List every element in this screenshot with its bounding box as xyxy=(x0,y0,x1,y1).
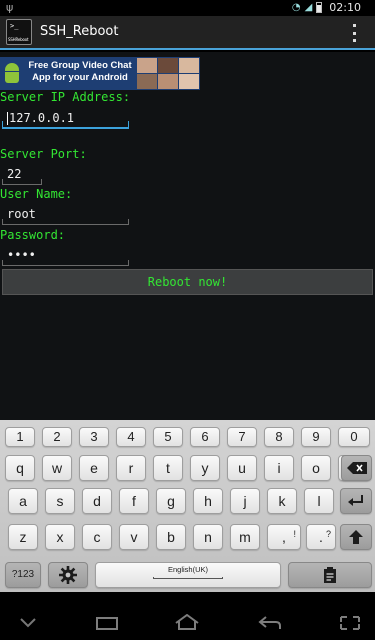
comma-key[interactable]: !, xyxy=(267,524,301,550)
hide-keyboard-icon[interactable] xyxy=(20,618,36,628)
android-icon xyxy=(2,60,22,86)
space-bar-indicator xyxy=(153,577,223,579)
app-title: SSH_Reboot xyxy=(40,24,119,39)
settings-key[interactable] xyxy=(48,562,88,588)
key-0[interactable]: 0 xyxy=(338,427,370,447)
key-9[interactable]: 9 xyxy=(301,427,331,447)
backspace-icon xyxy=(346,462,367,474)
app-icon[interactable]: >_ SSHReboot xyxy=(6,19,32,45)
key-6[interactable]: 6 xyxy=(190,427,220,447)
key-d[interactable]: d xyxy=(82,488,112,514)
app-icon-text: SSHReboot xyxy=(8,37,29,42)
key-v[interactable]: v xyxy=(119,524,149,550)
key-s[interactable]: s xyxy=(45,488,75,514)
ad-photos xyxy=(137,58,199,89)
user-name-label: User Name: xyxy=(0,187,73,201)
status-time: 02:10 xyxy=(329,1,361,14)
home-icon[interactable] xyxy=(174,614,200,630)
key-g[interactable]: g xyxy=(156,488,186,514)
enter-key[interactable] xyxy=(340,488,372,514)
clipboard-key[interactable] xyxy=(288,562,372,588)
server-port-label: Server Port: xyxy=(0,147,87,161)
action-bar: >_ SSHReboot SSH_Reboot xyxy=(0,16,375,50)
usb-icon: ψ xyxy=(6,1,14,14)
recent-apps-icon[interactable] xyxy=(95,616,119,630)
key-5[interactable]: 5 xyxy=(153,427,183,447)
key-f[interactable]: f xyxy=(119,488,149,514)
enter-icon xyxy=(348,495,363,506)
server-port-value: 22 xyxy=(7,167,22,181)
user-name-input[interactable]: root xyxy=(2,203,129,225)
key-e[interactable]: e xyxy=(79,455,109,481)
key-y[interactable]: y xyxy=(190,455,220,481)
main-content: Free Group Video Chat App for your Andro… xyxy=(0,52,375,420)
key-n[interactable]: n xyxy=(193,524,223,550)
shift-icon xyxy=(349,530,363,544)
key-o[interactable]: o xyxy=(301,455,331,481)
space-language-label: English(UK) xyxy=(167,565,208,574)
comma-sub-label: ! xyxy=(293,529,296,539)
key-3[interactable]: 3 xyxy=(79,427,109,447)
key-a[interactable]: a xyxy=(8,488,38,514)
server-ip-input[interactable]: 127.0.0.1 xyxy=(2,107,129,129)
password-input[interactable]: •••• xyxy=(2,244,129,266)
key-r[interactable]: r xyxy=(116,455,146,481)
key-7[interactable]: 7 xyxy=(227,427,257,447)
reboot-now-button[interactable]: Reboot now! xyxy=(2,269,373,295)
ad-text: Free Group Video Chat App for your Andro… xyxy=(26,60,134,87)
password-value: •••• xyxy=(7,248,36,262)
key-j[interactable]: j xyxy=(230,488,260,514)
symbols-key[interactable]: ?123 xyxy=(5,562,41,588)
wifi-icon: ◔ xyxy=(291,2,301,13)
signal-icon: ◢ xyxy=(304,2,313,13)
key-u[interactable]: u xyxy=(227,455,257,481)
comma-label: , xyxy=(282,529,286,545)
clipboard-icon xyxy=(324,567,336,583)
key-t[interactable]: t xyxy=(153,455,183,481)
ad-line-1: Free Group Video Chat xyxy=(28,60,132,71)
space-key[interactable]: English(UK) xyxy=(95,562,281,588)
key-l[interactable]: l xyxy=(304,488,334,514)
key-x[interactable]: x xyxy=(45,524,75,550)
key-1[interactable]: 1 xyxy=(5,427,35,447)
navigation-bar xyxy=(0,592,375,640)
server-ip-label: Server IP Address: xyxy=(0,90,131,104)
settings-icon xyxy=(59,566,77,584)
password-label: Password: xyxy=(0,228,66,242)
key-2[interactable]: 2 xyxy=(42,427,72,447)
soft-keyboard: 1 2 3 4 5 6 7 8 9 0 q w e r t y u i o p … xyxy=(0,420,375,592)
backspace-key[interactable] xyxy=(341,455,372,481)
server-port-input[interactable]: 22 xyxy=(2,163,42,185)
key-z[interactable]: z xyxy=(8,524,38,550)
server-ip-value: 127.0.0.1 xyxy=(9,111,75,125)
shift-key[interactable] xyxy=(340,524,372,550)
key-i[interactable]: i xyxy=(264,455,294,481)
key-h[interactable]: h xyxy=(193,488,223,514)
battery-icon xyxy=(316,2,323,13)
screenshot-icon[interactable] xyxy=(340,616,360,630)
text-cursor xyxy=(7,112,8,125)
key-c[interactable]: c xyxy=(82,524,112,550)
key-m[interactable]: m xyxy=(230,524,260,550)
back-icon[interactable] xyxy=(258,616,282,630)
period-label: . xyxy=(319,529,323,545)
app-icon-prompt: >_ xyxy=(10,22,19,30)
key-w[interactable]: w xyxy=(42,455,72,481)
period-sub-label: ? xyxy=(325,529,331,539)
overflow-menu-icon[interactable] xyxy=(353,24,357,42)
period-key[interactable]: ?. xyxy=(306,524,336,550)
ad-line-2: App for your Android xyxy=(32,72,128,83)
ad-banner[interactable]: Free Group Video Chat App for your Andro… xyxy=(0,57,200,90)
key-8[interactable]: 8 xyxy=(264,427,294,447)
key-k[interactable]: k xyxy=(267,488,297,514)
status-bar: ψ ◔ ◢ 02:10 xyxy=(0,0,375,16)
key-4[interactable]: 4 xyxy=(116,427,146,447)
key-b[interactable]: b xyxy=(156,524,186,550)
user-name-value: root xyxy=(7,207,36,221)
key-q[interactable]: q xyxy=(5,455,35,481)
